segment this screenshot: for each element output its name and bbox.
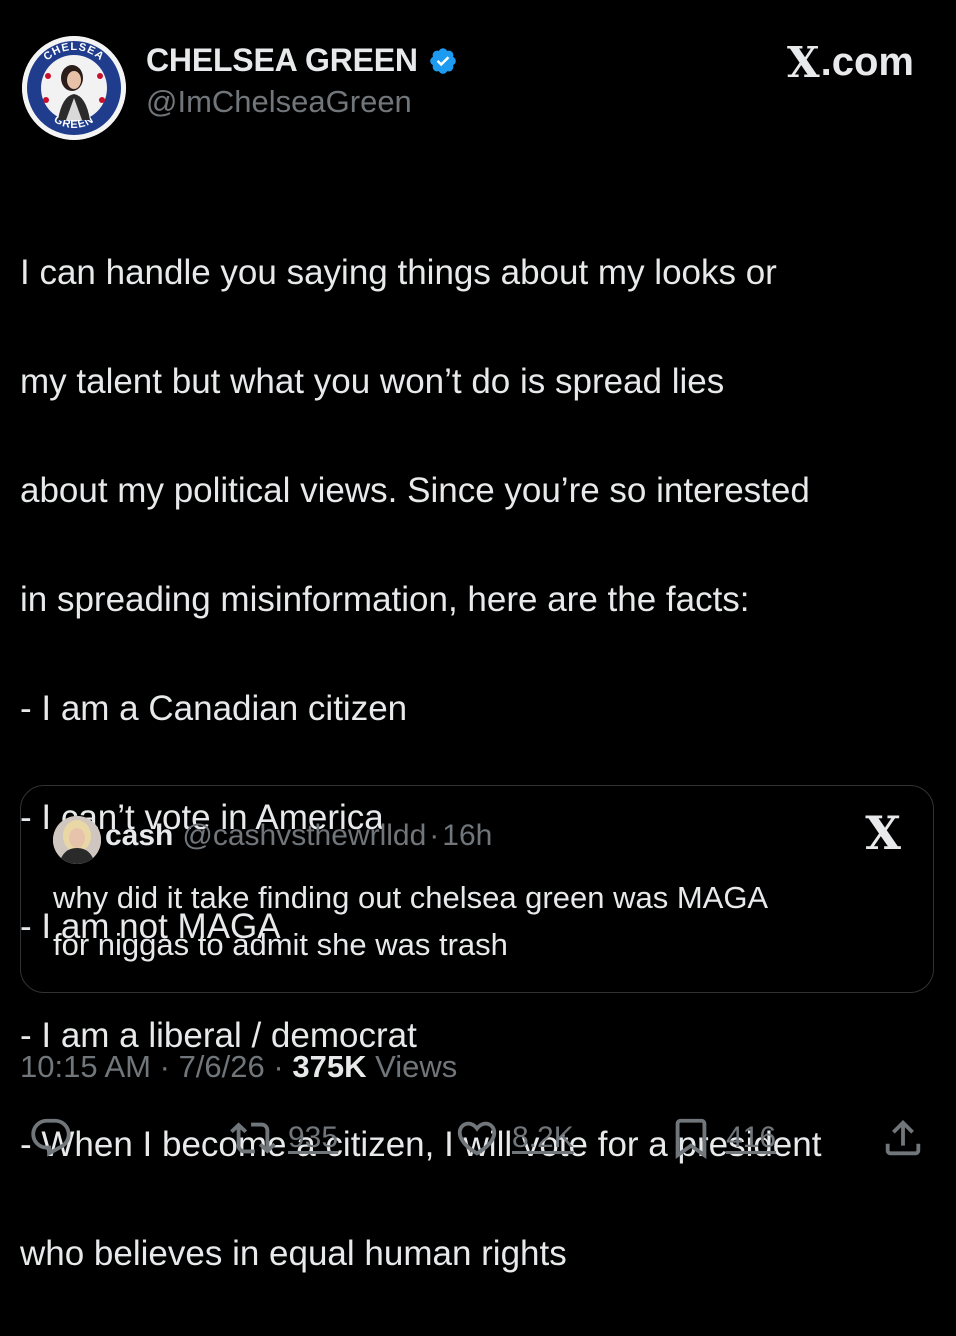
tweet-actions-bar: 935 8.2K 416 [0,1115,956,1175]
meta-separator: · [159,1049,170,1084]
quoted-line: why did it take finding out chelsea gree… [53,880,769,915]
like-button[interactable]: 8.2K [454,1115,574,1161]
reply-icon [31,1118,71,1157]
tweet-line: who believes in equal human rights [20,1233,567,1273]
verified-badge-icon [428,46,458,76]
quoted-line: for niggas to admit she was trash [53,927,508,962]
tweet-line: I can handle you saying things about my … [20,252,777,292]
tweet-line: about my political views. Since you’re s… [20,470,810,510]
x-logo-icon: X [787,38,820,87]
tweet-meta: 10:15 AM · 7/6/26 · 375K Views [20,1049,457,1085]
quoted-timestamp[interactable]: 16h [442,819,492,853]
tweet-line: in spreading misinformation, here are th… [20,579,750,619]
quoted-x-logo-icon: X [865,806,901,860]
quoted-author-avatar[interactable] [53,816,101,864]
bookmark-button[interactable]: 416 [668,1115,776,1161]
bookmark-icon [675,1118,707,1159]
share-icon [885,1119,921,1156]
retweet-icon [230,1122,276,1154]
author-display-name[interactable]: CHELSEA GREEN [146,42,418,79]
author-avatar[interactable]: CHELSEA GREEN [22,36,126,140]
quoted-tweet-card[interactable]: cash @cashvsthewrlldd · 16h X why did it t… [20,785,934,993]
share-button[interactable] [880,1115,926,1161]
quoted-author-handle[interactable]: @cashvsthewrlldd [182,819,426,853]
tweet-line: - I am a Canadian citizen [20,688,408,728]
bookmark-count[interactable]: 416 [726,1121,776,1155]
heart-icon [457,1121,497,1156]
reply-button[interactable] [28,1115,74,1161]
brand-watermark: X .com [787,38,914,87]
tweet-time[interactable]: 10:15 AM [20,1049,151,1084]
author-name-row[interactable]: CHELSEA GREEN [146,42,458,79]
views-label[interactable]: Views [375,1049,457,1084]
retweet-count[interactable]: 935 [288,1121,338,1155]
brand-domain: .com [820,40,914,84]
retweet-button[interactable]: 935 [230,1115,338,1161]
quoted-tweet-header: cash @cashvsthewrlldd · 16h [105,819,492,853]
quoted-separator: · [429,819,440,852]
quoted-tweet-text: why did it take finding out chelsea gree… [53,874,913,968]
tweet-line: my talent but what you won’t do is sprea… [20,361,725,401]
tweet-date[interactable]: 7/6/26 [179,1049,265,1084]
meta-separator: · [273,1049,284,1084]
like-count[interactable]: 8.2K [512,1121,574,1155]
quoted-author-name[interactable]: cash [105,819,173,853]
author-handle[interactable]: @ImChelseaGreen [146,84,412,120]
views-count[interactable]: 375K [292,1049,366,1084]
